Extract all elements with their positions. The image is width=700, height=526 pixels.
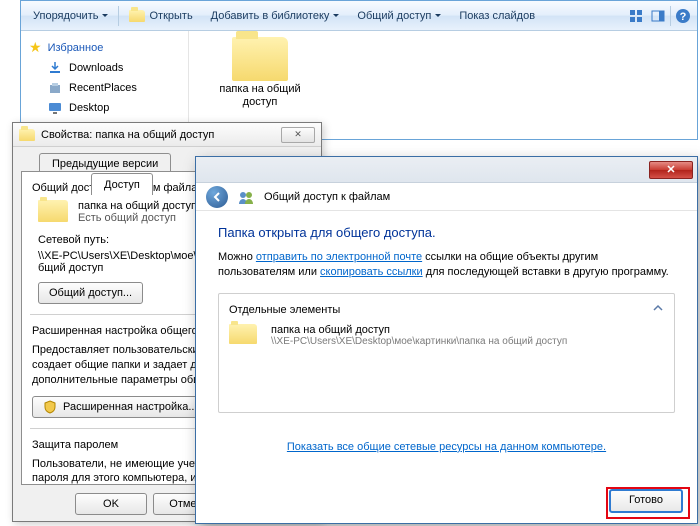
svg-text:?: ? (680, 11, 687, 23)
email-link[interactable]: отправить по электронной почте (256, 251, 422, 263)
close-icon: ✕ (666, 163, 675, 176)
share-state: Есть общий доступ (78, 212, 197, 224)
tab-label: Доступ (104, 179, 140, 191)
favorites-header[interactable]: ★ Избранное (25, 37, 184, 58)
toolbar-open-label: Открыть (149, 10, 192, 22)
advanced-sharing-button[interactable]: Расширенная настройка... (32, 396, 209, 418)
panel-icon (651, 9, 665, 23)
arrow-left-icon (211, 191, 223, 203)
toolbar-share-with-label: Общий доступ (357, 10, 431, 22)
star-icon: ★ (29, 39, 42, 56)
toolbar-add-to-library[interactable]: Добавить в библиотеку (203, 7, 348, 25)
nav-item-downloads[interactable]: Downloads (25, 58, 184, 78)
explorer-window: Упорядочить Открыть Добавить в библиотек… (20, 0, 698, 140)
chevron-up-icon (652, 302, 664, 314)
help-button[interactable]: ? (673, 6, 693, 26)
people-icon (238, 189, 254, 205)
back-button[interactable] (206, 186, 228, 208)
folder-item[interactable]: папка на общий доступ (215, 37, 305, 109)
chevron-down-icon (333, 14, 339, 17)
toolbar-slideshow[interactable]: Показ слайдов (451, 7, 543, 25)
footer-link-row: Показать все общие сетевые ресурсы на да… (218, 441, 675, 453)
tab-label: Предыдущие версии (52, 158, 158, 170)
folder-icon (229, 324, 261, 350)
headline: Папка открыта для общего доступа. (218, 225, 675, 240)
close-icon: ✕ (294, 129, 302, 140)
breadcrumb-label: Общий доступ к файлам (264, 191, 390, 203)
toolbar-organize-label: Упорядочить (33, 10, 98, 22)
folder-icon (129, 10, 145, 22)
file-sharing-dialog: ✕ Общий доступ к файлам Папка открыта дл… (195, 156, 698, 524)
toolbar-share-with[interactable]: Общий доступ (349, 7, 449, 25)
done-label: Готово (629, 494, 663, 506)
folder-icon (232, 37, 288, 81)
shared-items-group: Отдельные элементы папка на общий доступ… (218, 293, 675, 413)
explorer-toolbar: Упорядочить Открыть Добавить в библиотек… (21, 1, 697, 31)
advanced-sharing-button-label: Расширенная настройка... (63, 401, 198, 413)
instruction-text: Можно отправить по электронной почте ссы… (218, 250, 675, 281)
shared-item-name: папка на общий доступ (271, 324, 567, 336)
share-button-label: Общий доступ... (49, 287, 132, 299)
nav-item-label: RecentPlaces (69, 82, 137, 94)
chevron-down-icon (102, 14, 108, 17)
file-sharing-titlebar[interactable]: ✕ (196, 157, 697, 183)
ok-label: OK (103, 498, 119, 510)
tab-previous-versions[interactable]: Предыдущие версии (39, 153, 171, 173)
properties-titlebar[interactable]: Свойства: папка на общий доступ ✕ (13, 123, 321, 147)
toolbar-separator (670, 6, 671, 26)
done-button[interactable]: Готово (609, 489, 683, 513)
folder-icon (38, 200, 70, 226)
toolbar-separator (118, 6, 119, 26)
folder-label: папка на общий доступ (215, 83, 305, 109)
folder-name: папка на общий доступ (78, 200, 197, 212)
shared-item[interactable]: папка на общий доступ \\XE-PC\Users\XE\D… (229, 322, 664, 352)
ok-button[interactable]: OK (75, 493, 147, 515)
tab-sharing[interactable]: Доступ (91, 173, 153, 195)
shared-items-title: Отдельные элементы (229, 304, 664, 316)
view-grid-icon (629, 9, 643, 23)
desktop-icon (47, 100, 63, 116)
file-sharing-body: Папка открыта для общего доступа. Можно … (196, 211, 697, 453)
collapse-button[interactable] (652, 302, 664, 317)
favorites-label: Избранное (48, 42, 104, 54)
shared-item-path: \\XE-PC\Users\XE\Desktop\мое\картинки\па… (271, 336, 567, 347)
toolbar-open[interactable]: Открыть (121, 7, 200, 25)
download-icon (47, 60, 63, 76)
toolbar-add-to-library-label: Добавить в библиотеку (211, 10, 330, 22)
recent-icon (47, 80, 63, 96)
copy-links-link[interactable]: скопировать ссылки (320, 266, 423, 278)
nav-item-label: Downloads (69, 62, 123, 74)
file-sharing-buttons: Готово (196, 489, 697, 513)
chevron-down-icon (435, 14, 441, 17)
nav-item-label: Desktop (69, 102, 109, 114)
breadcrumb-bar: Общий доступ к файлам (196, 183, 697, 211)
toolbar-organize[interactable]: Упорядочить (25, 7, 116, 25)
help-icon: ? (675, 8, 691, 24)
close-button[interactable]: ✕ (649, 161, 693, 179)
view-options-button[interactable] (626, 6, 646, 26)
share-button[interactable]: Общий доступ... (38, 282, 143, 304)
close-button[interactable]: ✕ (281, 127, 315, 143)
nav-item-desktop[interactable]: Desktop (25, 98, 184, 118)
nav-item-recent[interactable]: RecentPlaces (25, 78, 184, 98)
shield-icon (43, 400, 57, 414)
properties-title: Свойства: папка на общий доступ (41, 129, 275, 141)
preview-pane-button[interactable] (648, 6, 668, 26)
folder-icon (19, 129, 35, 141)
show-all-shares-link[interactable]: Показать все общие сетевые ресурсы на да… (287, 441, 606, 453)
toolbar-slideshow-label: Показ слайдов (459, 10, 535, 22)
